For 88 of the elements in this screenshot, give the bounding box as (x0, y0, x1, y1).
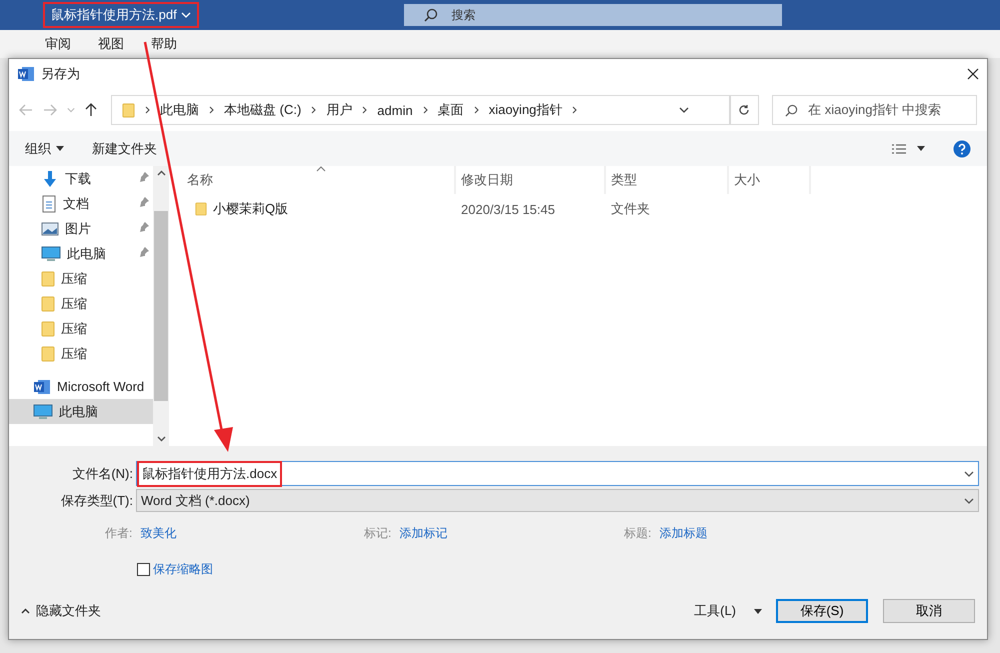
search-icon (785, 104, 798, 116)
search-field[interactable]: 搜索 (404, 4, 782, 26)
field-label: 文件名(N): (71, 464, 134, 482)
meta-label: 作者: (105, 524, 132, 542)
caret-icon[interactable] (917, 146, 925, 151)
scroll-down-icon[interactable] (156, 436, 166, 442)
folder-icon (41, 346, 55, 362)
chevron-right-icon (362, 106, 368, 114)
folder-icon (122, 102, 135, 118)
breadcrumb-item[interactable]: 桌面 (438, 101, 464, 119)
file-name-cell[interactable]: 小樱茉莉Q版 (173, 200, 456, 218)
table-cell-text: 2020/3/15 15:45 (460, 202, 556, 216)
checkbox[interactable] (137, 562, 150, 576)
chevron-right-icon (474, 106, 479, 114)
folder-icon (41, 320, 55, 336)
caret-icon (21, 608, 30, 614)
view-options-icon[interactable] (891, 142, 907, 154)
organize-menu[interactable]: 组织 (25, 140, 64, 158)
monitor-icon (33, 404, 53, 420)
folder-icon (41, 296, 55, 312)
nav-item[interactable]: 压缩 (9, 341, 153, 366)
breadcrumb-item[interactable]: admin (377, 102, 413, 118)
monitor-icon (41, 246, 61, 262)
nav-item[interactable]: Microsoft Word (9, 374, 153, 399)
table-cell-text: 文件夹 (610, 200, 651, 218)
hide-folders-toggle[interactable]: 隐藏文件夹 (21, 602, 101, 620)
word-logo-icon (33, 378, 51, 396)
picture-icon (41, 222, 59, 236)
checkbox-label[interactable]: 保存缩略图 (153, 560, 213, 578)
menu-item[interactable]: 帮助 (151, 35, 177, 53)
column-header[interactable]: 大小 (729, 166, 811, 194)
meta-label: 标记: (364, 524, 392, 542)
breadcrumb-item[interactable]: xiaoying指针 (488, 101, 562, 119)
folder-icon (195, 202, 207, 216)
nav-item[interactable]: 文档 (9, 191, 153, 216)
breadcrumb-item[interactable]: 用户 (326, 101, 352, 119)
help-icon[interactable] (953, 140, 971, 158)
scroll-up-icon[interactable] (156, 170, 166, 176)
download-arrow-icon (41, 170, 59, 188)
chevron-right-icon (572, 106, 578, 114)
close-icon[interactable] (967, 68, 979, 80)
chevron-right-icon (145, 106, 150, 114)
scrollbar[interactable] (153, 166, 169, 446)
word-logo-icon (17, 65, 35, 83)
folder-icon (41, 270, 55, 286)
tools-menu[interactable]: 工具(L) (694, 602, 762, 620)
search-icon (424, 8, 438, 22)
breadcrumb-item[interactable]: 此电脑 (160, 101, 199, 119)
caret-icon (180, 11, 191, 19)
nav-item[interactable]: 下载 (9, 166, 153, 191)
refresh-button[interactable] (730, 95, 760, 125)
new-folder-button[interactable]: 新建文件夹 (92, 140, 157, 158)
breadcrumb-item[interactable]: 本地磁盘 (C:) (224, 101, 302, 119)
caret-icon[interactable] (678, 106, 689, 114)
save-button[interactable]: 保存(S) (776, 599, 868, 623)
caret-icon (964, 496, 974, 504)
search-field[interactable]: 在 xiaoying指针 中搜索 (772, 95, 978, 125)
nav-item[interactable]: 压缩 (9, 266, 153, 291)
address-bar[interactable]: 此电脑 本地磁盘 (C:) 用户 admin 桌面 xiaoying指针 (111, 95, 730, 125)
meta-label: 标题: (624, 524, 652, 542)
chevron-right-icon (209, 106, 214, 114)
refresh-icon (738, 104, 750, 116)
caret-icon (56, 146, 64, 151)
file-type-dropdown[interactable]: Word 文档 (*.docx) (136, 489, 979, 512)
nav-item[interactable]: 压缩 (9, 291, 153, 316)
cancel-button[interactable]: 取消 (883, 599, 975, 623)
column-header[interactable]: 名称 (173, 166, 456, 194)
chevron-right-icon (422, 106, 428, 114)
caret-icon (754, 608, 762, 614)
meta-link[interactable]: 添加标题 (659, 524, 708, 542)
nav-item[interactable]: 图片 (9, 216, 153, 241)
nav-item[interactable]: 此电脑 (9, 241, 153, 266)
menu-item[interactable]: 视图 (98, 35, 124, 53)
nav-item[interactable]: 压缩 (9, 316, 153, 341)
column-header[interactable]: 类型 (606, 166, 729, 194)
field-label: 保存类型(T): (60, 492, 134, 510)
up-arrow-icon[interactable] (85, 103, 97, 117)
document-title[interactable]: 鼠标指针使用方法.pdf (43, 2, 199, 28)
dialog-title: 另存为 (41, 65, 80, 83)
caret-icon (964, 470, 974, 478)
filename-field[interactable]: 鼠标指针使用方法.docx (136, 461, 979, 486)
chevron-right-icon (311, 106, 316, 114)
menu-item[interactable]: 审阅 (45, 35, 71, 53)
nav-item[interactable]: 此电脑 (9, 399, 153, 424)
document-icon (41, 194, 57, 212)
meta-link[interactable]: 添加标记 (399, 524, 448, 542)
meta-link[interactable]: 致美化 (140, 524, 176, 542)
column-header[interactable]: 修改日期 (456, 166, 606, 194)
